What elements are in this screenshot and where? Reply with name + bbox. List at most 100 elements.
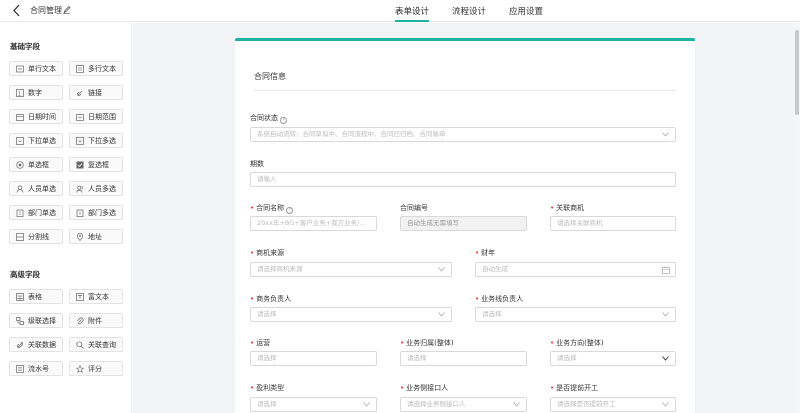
belong-label: 业务归属(整体): [406, 339, 454, 347]
rich-text-icon: [76, 292, 84, 301]
required-mark: •: [250, 384, 255, 392]
direction-label: 业务方向(整体): [556, 339, 604, 347]
business-label: 关联商机: [556, 204, 585, 212]
name-label: 合同名称: [256, 204, 285, 212]
scrollbar-thumb[interactable]: [795, 30, 799, 115]
tab-form-design[interactable]: 表单设计: [395, 0, 430, 22]
required-mark: •: [400, 384, 405, 392]
top-bar: 合同管理 表单设计 流程设计 应用设置: [0, 0, 800, 22]
profit-label-wrap: • 盈利类型: [250, 383, 284, 393]
fiscal-label-wrap: • 财年: [475, 248, 495, 258]
field-user-multi[interactable]: 人员多选: [69, 181, 123, 196]
required-mark: •: [550, 204, 555, 212]
field-dept-multi[interactable]: 部门多选: [69, 205, 123, 220]
ops-label: 运营: [256, 339, 271, 347]
field-rating[interactable]: 评分: [69, 361, 123, 376]
table-icon: [16, 292, 24, 301]
field-table[interactable]: 表格: [9, 289, 63, 304]
chevron-down-icon: [662, 402, 669, 407]
field-dropdown-multi[interactable]: 下拉多选: [69, 133, 123, 148]
profit-type-select[interactable]: 请选择: [250, 397, 377, 412]
date-range-icon: [76, 113, 84, 121]
field-related-query[interactable]: 关联查询: [69, 337, 123, 352]
section-title: 合同信息: [254, 72, 286, 81]
required-mark: •: [550, 339, 555, 347]
field-address[interactable]: 地址: [69, 229, 123, 244]
calendar-icon: [662, 266, 670, 274]
field-date-range[interactable]: 日期范围: [69, 109, 123, 124]
field-dept-single[interactable]: 部门单选: [9, 205, 63, 220]
users-icon: [76, 185, 84, 193]
line-owner-label: 业务线负责人: [481, 295, 524, 303]
line-owner-select[interactable]: 请选择: [475, 307, 676, 322]
contract-code-input: 自动生成无需填写: [400, 216, 527, 231]
field-datetime[interactable]: 日期时间: [9, 109, 63, 124]
text-multi-icon: [76, 64, 84, 73]
chevron-down-icon: [662, 312, 669, 317]
serial-number-icon: [16, 364, 24, 373]
dropdown-icon: [16, 136, 24, 145]
status-select[interactable]: 系统自动流转：合同草拟中、合同流程中、合同已归档、合同输单: [250, 127, 676, 142]
ops-label-wrap: • 运营: [250, 338, 270, 348]
period-input[interactable]: 请输入: [250, 172, 676, 187]
biz-owner-label-wrap: • 商务负责人: [250, 294, 291, 304]
ops-select[interactable]: 请选择: [250, 351, 377, 366]
field-multi-line-text[interactable]: 多行文本: [69, 61, 123, 76]
advanced-fields-title: 高级字段: [10, 270, 40, 279]
required-mark: •: [475, 295, 480, 303]
contact-select[interactable]: 请选择业务侧接口人: [400, 397, 527, 412]
required-mark: •: [550, 384, 555, 392]
direction-select[interactable]: 请选择: [550, 351, 676, 366]
field-user-single[interactable]: 人员单选: [9, 181, 63, 196]
required-mark: •: [250, 249, 255, 257]
field-radio[interactable]: 单选框: [9, 157, 63, 172]
user-icon: [16, 185, 24, 193]
field-cascade-select[interactable]: 级联选择: [9, 313, 63, 328]
profit-label: 盈利类型: [256, 384, 285, 392]
dropdown-multi-icon: [76, 136, 84, 145]
field-single-line-text[interactable]: 单行文本: [9, 61, 63, 76]
field-divider[interactable]: 分割线: [9, 229, 63, 244]
field-link[interactable]: 链接: [69, 85, 123, 100]
svg-text:1: 1: [18, 91, 21, 97]
belong-label-wrap: • 业务归属(整体): [400, 338, 454, 348]
status-label: 合同状态: [250, 114, 278, 122]
chevron-down-icon: [363, 402, 370, 407]
source-label: 商机来源: [256, 249, 285, 257]
field-number[interactable]: 1 数字: [9, 85, 63, 100]
link-icon: [76, 89, 84, 97]
biz-owner-select[interactable]: 请选择: [250, 307, 452, 322]
chevron-down-icon: [438, 312, 445, 317]
departments-icon: [76, 209, 84, 217]
line-owner-label-wrap: • 业务线负责人: [475, 294, 523, 304]
fiscal-label: 财年: [481, 249, 496, 257]
calendar-icon: [16, 113, 24, 121]
field-palette-sidebar: 基础字段 单行文本 多行文本 1 数字 链接 日期时间 日期范围 下拉单选 下拉…: [0, 23, 132, 413]
source-label-wrap: • 商机来源: [250, 248, 284, 258]
field-attachment[interactable]: 附件: [69, 313, 123, 328]
number-icon: 1: [16, 88, 24, 97]
field-related-data[interactable]: 关联数据: [9, 337, 63, 352]
field-rich-text[interactable]: 富文本: [69, 289, 123, 304]
source-select[interactable]: 请选择商机来源: [250, 262, 452, 277]
department-icon: [16, 209, 24, 217]
business-label-wrap: • 关联商机: [550, 203, 584, 213]
back-arrow-icon[interactable]: [11, 4, 23, 17]
help-icon: ?: [286, 207, 294, 214]
contract-name-input[interactable]: 20xx年+BG+客户业务+我方业务/...: [250, 216, 377, 231]
business-opportunity-select[interactable]: 请选择关联商机: [550, 216, 676, 231]
field-serial-number[interactable]: 流水号: [9, 361, 63, 376]
direction-label-wrap: • 业务方向(整体): [550, 338, 604, 348]
required-mark: •: [250, 204, 255, 212]
code-label: 合同编号: [400, 204, 428, 212]
early-start-select[interactable]: 请选择是否提前开工: [550, 397, 676, 412]
tab-app-settings[interactable]: 应用设置: [509, 0, 543, 22]
fiscal-year-input[interactable]: 自动生成: [475, 262, 676, 277]
tab-flow-design[interactable]: 流程设计: [452, 0, 486, 22]
app-title: 合同管理: [30, 6, 62, 15]
required-mark: •: [400, 339, 405, 347]
field-checkbox[interactable]: 复选框: [69, 157, 123, 172]
field-dropdown-single[interactable]: 下拉单选: [9, 133, 63, 148]
belong-select[interactable]: 请选择: [400, 351, 527, 366]
edit-icon[interactable]: [63, 5, 71, 15]
